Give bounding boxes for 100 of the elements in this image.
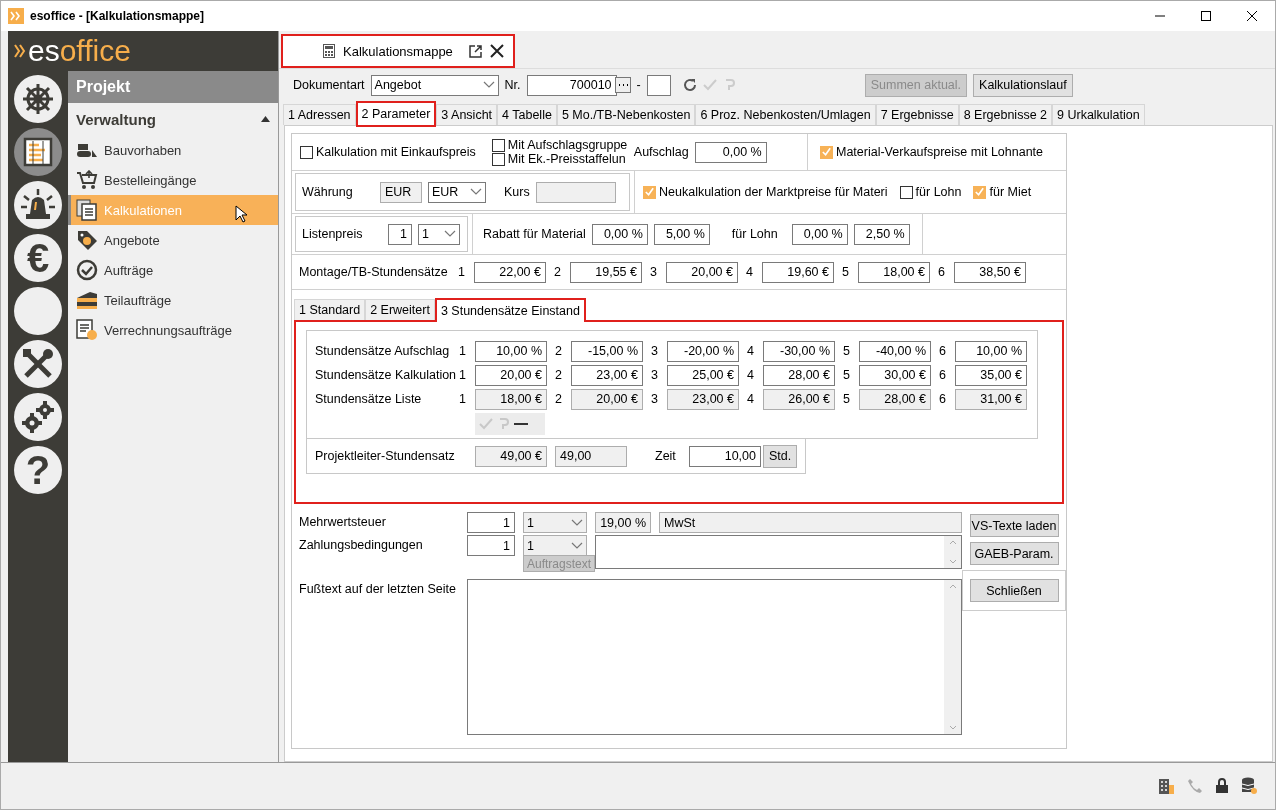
nav-button[interactable]: ?: [14, 446, 62, 494]
popout-icon[interactable]: [468, 44, 482, 58]
text-field[interactable]: 49,00: [555, 445, 627, 467]
sidebar-item[interactable]: Bestelleingänge: [68, 165, 278, 195]
action-button[interactable]: VS-Texte laden: [969, 514, 1059, 537]
text-field[interactable]: 38,50 €: [954, 261, 1026, 283]
unit-button[interactable]: Std.: [763, 444, 798, 468]
tab[interactable]: 2 Parameter: [355, 101, 437, 127]
text-field[interactable]: 28,00 €: [763, 364, 835, 386]
dropdown[interactable]: 1: [523, 512, 587, 533]
nav-button[interactable]: [14, 128, 62, 176]
document-tab[interactable]: Kalkulationsmappe: [281, 34, 515, 68]
close-dialog-button[interactable]: Schließen: [969, 579, 1059, 602]
text-field[interactable]: 23,00 €: [571, 364, 643, 386]
text-field[interactable]: 31,00 €: [955, 388, 1027, 410]
field-label: Nr.: [504, 78, 521, 92]
text-field[interactable]: 25,00 €: [667, 364, 739, 386]
text-field[interactable]: 10,00 %: [475, 340, 547, 362]
tab[interactable]: 3 Stundensätze Einstand: [434, 298, 586, 322]
nav-button[interactable]: [14, 181, 62, 229]
text-field[interactable]: 28,00 €: [859, 388, 931, 410]
text-field[interactable]: -20,00 %: [667, 340, 739, 362]
nav-button[interactable]: [14, 393, 62, 441]
tab[interactable]: 5 Mo./TB-Nebenkosten: [556, 104, 696, 125]
check-icon[interactable]: [479, 417, 493, 431]
text-field[interactable]: 0,00 %: [694, 141, 767, 163]
dropdown[interactable]: Angebot: [370, 74, 499, 96]
sidebar-item[interactable]: Bauvorhaben: [68, 135, 278, 165]
check-icon[interactable]: [702, 78, 717, 92]
text-field[interactable]: [646, 74, 671, 96]
text-field[interactable]: 1: [388, 223, 412, 245]
text-area[interactable]: [595, 535, 962, 569]
text-field[interactable]: [535, 181, 616, 203]
sidebar-item[interactable]: Aufträge: [68, 255, 278, 285]
nav-button[interactable]: [14, 75, 62, 123]
tab[interactable]: 3 Ansicht: [436, 104, 498, 125]
tab[interactable]: 6 Proz. Nebenkosten/Umlagen: [695, 104, 876, 125]
building-icon[interactable]: [1157, 777, 1175, 795]
text-field[interactable]: 20,00 €: [666, 261, 738, 283]
text-field[interactable]: EUR: [380, 181, 422, 203]
checkbox[interactable]: [973, 185, 987, 199]
text-field[interactable]: 1: [467, 535, 515, 556]
checkbox[interactable]: [820, 145, 833, 159]
text-field[interactable]: -30,00 %: [763, 340, 835, 362]
dropdown[interactable]: EUR: [428, 181, 486, 203]
refresh-icon[interactable]: [682, 78, 697, 92]
text-field[interactable]: 23,00 €: [667, 388, 739, 410]
text-field[interactable]: -15,00 %: [571, 340, 643, 362]
nav-button[interactable]: [14, 287, 62, 335]
tab[interactable]: 2 Erweitert: [365, 299, 435, 320]
checkbox[interactable]: [491, 138, 505, 152]
text-field[interactable]: 18,00 €: [858, 261, 930, 283]
text-field[interactable]: 0,00 %: [791, 223, 848, 245]
text-field[interactable]: -40,00 %: [859, 340, 931, 362]
checkbox[interactable]: [491, 152, 505, 166]
column-number: 6: [938, 344, 947, 358]
text-field[interactable]: 19,60 €: [762, 261, 834, 283]
text-field[interactable]: 35,00 €: [955, 364, 1027, 386]
close-icon[interactable]: [489, 44, 504, 58]
sidebar-item[interactable]: Verrechnungsaufträge: [68, 315, 278, 345]
text-field[interactable]: 2,50 %: [853, 223, 910, 245]
dropdown[interactable]: 1: [418, 223, 460, 245]
sidebar-item[interactable]: Angebote: [68, 225, 278, 255]
tab[interactable]: 1 Adressen: [283, 104, 356, 125]
text-field[interactable]: 10,00: [689, 445, 761, 467]
text-field[interactable]: 700010: [526, 74, 617, 96]
checkbox[interactable]: [300, 145, 313, 159]
text-field[interactable]: MwSt: [659, 512, 962, 533]
text-field[interactable]: 20,00 €: [571, 388, 643, 410]
toolbar-button[interactable]: Kalkulationslauf: [973, 73, 1073, 97]
text-field[interactable]: 10,00 %: [955, 340, 1027, 362]
tab[interactable]: 7 Ergebnisse: [875, 104, 959, 125]
lock-icon[interactable]: [1215, 778, 1229, 794]
tab[interactable]: 4 Tabelle: [497, 104, 557, 125]
section-header[interactable]: Verwaltung: [68, 103, 278, 135]
text-field[interactable]: 18,00 €: [475, 388, 547, 410]
text-field[interactable]: 1: [467, 512, 515, 533]
text-field[interactable]: 0,00 %: [591, 223, 648, 245]
tab[interactable]: 9 Urkalkulation: [1052, 104, 1145, 125]
field-label: für Lohn: [731, 227, 778, 241]
action-button[interactable]: GAEB-Param.: [969, 542, 1059, 565]
text-field[interactable]: 30,00 €: [859, 364, 931, 386]
checkbox[interactable]: [643, 185, 656, 199]
text-field[interactable]: 26,00 €: [763, 388, 835, 410]
text-field[interactable]: 22,00 €: [474, 261, 546, 283]
text-field[interactable]: 20,00 €: [475, 364, 547, 386]
sidebar-item[interactable]: Teilaufträge: [68, 285, 278, 315]
database-icon[interactable]: [1241, 777, 1257, 795]
dropdown[interactable]: 1: [523, 535, 587, 556]
nav-button[interactable]: [14, 340, 62, 388]
checkbox[interactable]: [899, 185, 913, 199]
more-icon[interactable]: [614, 77, 631, 93]
nav-button[interactable]: €: [14, 234, 62, 282]
column-number: 5: [841, 265, 850, 279]
text-field[interactable]: 5,00 %: [653, 223, 710, 245]
tab[interactable]: 1 Standard: [294, 299, 366, 320]
tab[interactable]: 8 Ergebnisse 2: [958, 104, 1052, 125]
text-field[interactable]: 19,55 €: [570, 261, 642, 283]
text-field[interactable]: 49,00 €: [475, 445, 547, 467]
text-field[interactable]: 19,00 %: [595, 512, 651, 533]
